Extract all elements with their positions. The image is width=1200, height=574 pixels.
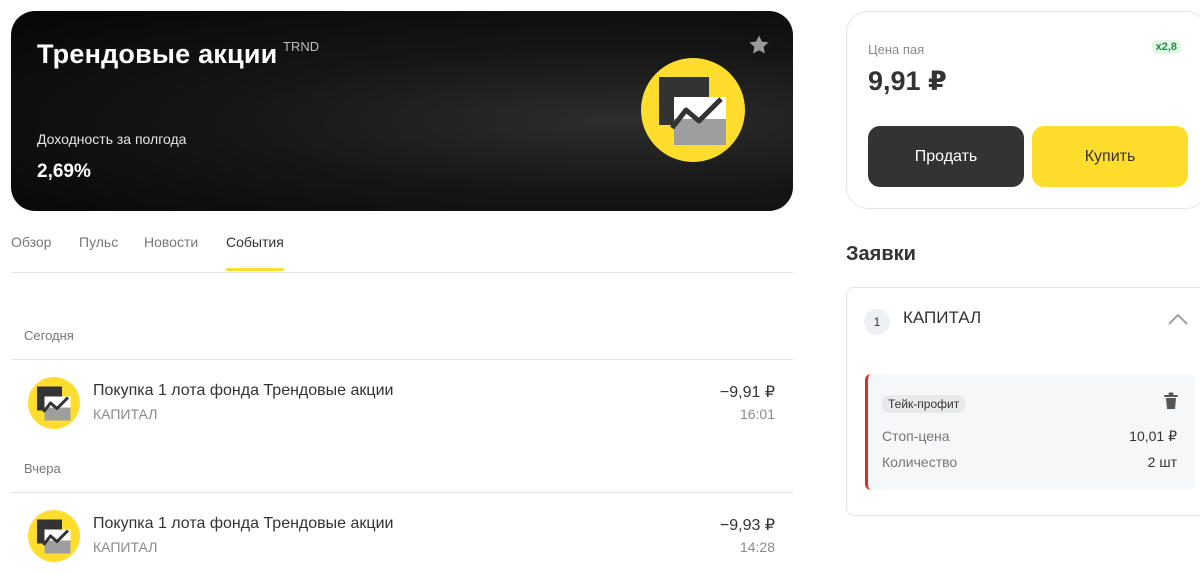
sell-button[interactable]: Продать — [868, 126, 1024, 187]
divider — [11, 359, 793, 360]
event-item[interactable]: Покупка 1 лота фонда Трендовые акции КАП… — [11, 377, 793, 437]
event-account: КАПИТАЛ — [93, 539, 158, 555]
price-label: Цена пая — [868, 42, 925, 57]
fund-title: Трендовые акции — [37, 39, 278, 69]
tab-events[interactable]: События — [226, 234, 284, 250]
account-number-badge: 1 — [864, 309, 890, 335]
fund-logo-icon — [28, 510, 80, 562]
tab-pulse[interactable]: Пульс — [79, 234, 118, 250]
orders-heading: Заявки — [846, 243, 916, 265]
price-value: 9,91 ₽ — [868, 66, 947, 96]
leverage-badge: x2,8 — [1151, 40, 1181, 54]
instrument-tabs: Обзор Пульс Новости События — [11, 224, 793, 273]
stop-price-label: Стоп-цена — [882, 428, 950, 444]
fund-logo-icon — [641, 58, 745, 162]
event-account: КАПИТАЛ — [93, 406, 158, 422]
event-item[interactable]: Покупка 1 лота фонда Трендовые акции КАП… — [11, 510, 793, 570]
tab-overview[interactable]: Обзор — [11, 234, 51, 250]
event-time: 14:28 — [739, 539, 775, 555]
tab-news[interactable]: Новости — [144, 234, 198, 250]
event-time: 16:01 — [739, 406, 775, 422]
divider — [11, 492, 793, 493]
fund-hero-card: Трендовые акции TRND Доходность за полго… — [11, 11, 793, 211]
order-type-badge: Тейк-профит — [882, 395, 966, 413]
fund-logo-icon — [28, 377, 80, 429]
orders-card: 1 КАПИТАЛ Тейк-профит Стоп-цена 10,01 ₽ … — [846, 287, 1200, 516]
chevron-up-icon[interactable] — [1167, 312, 1189, 326]
yield-value: 2,69% — [37, 161, 91, 182]
active-tab-indicator — [226, 268, 284, 271]
event-title: Покупка 1 лота фонда Трендовые акции — [93, 382, 394, 399]
quantity-value: 2 шт — [1147, 454, 1177, 470]
star-icon[interactable] — [747, 33, 771, 57]
event-title: Покупка 1 лота фонда Трендовые акции — [93, 515, 394, 532]
events-group-today: Сегодня — [24, 328, 74, 343]
event-amount: −9,91 ₽ — [719, 384, 775, 401]
account-name[interactable]: КАПИТАЛ — [903, 308, 981, 328]
quantity-label: Количество — [882, 454, 958, 470]
event-amount: −9,93 ₽ — [719, 517, 775, 534]
buy-button[interactable]: Купить — [1032, 126, 1188, 187]
yield-label: Доходность за полгода — [37, 131, 187, 147]
fund-ticker: TRND — [283, 39, 320, 54]
stop-price-value: 10,01 ₽ — [1129, 428, 1177, 444]
trash-icon[interactable] — [1163, 392, 1179, 410]
events-group-yesterday: Вчера — [24, 461, 61, 476]
order-item: Тейк-профит Стоп-цена 10,01 ₽ Количество… — [865, 374, 1195, 490]
price-card: Цена пая 9,91 ₽ x2,8 Продать Купить — [846, 11, 1200, 209]
